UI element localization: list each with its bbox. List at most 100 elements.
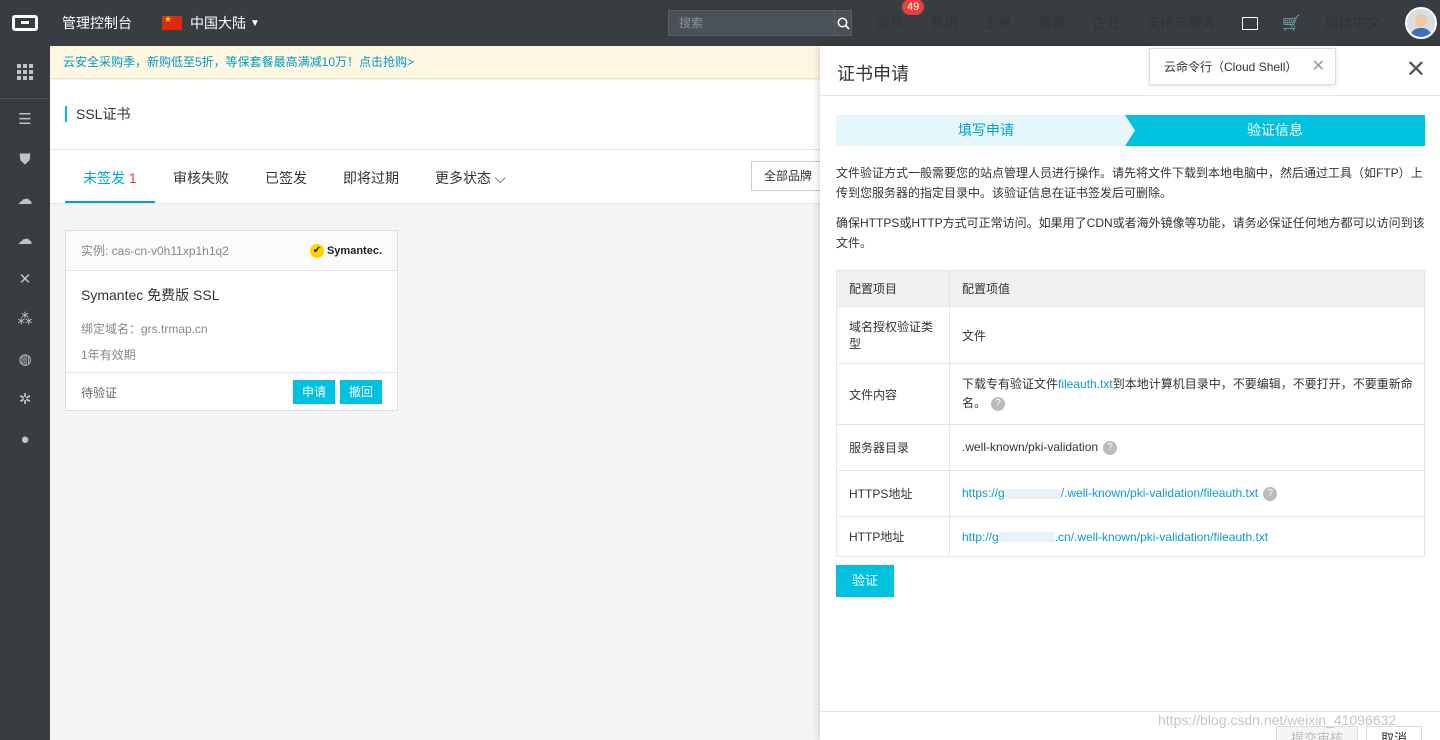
cancel-button[interactable]: 取消 [1366, 726, 1423, 740]
certificate-status: 待验证 [81, 385, 118, 400]
active-tab-indicator [65, 201, 155, 203]
tab-issued[interactable]: 已签发 [265, 168, 307, 188]
region-label: 中国大陆 [190, 15, 246, 31]
nav-enterprise[interactable]: 企业 [1092, 13, 1120, 33]
config-table: 配置项目 配置项值 域名授权验证类型 文件 文件内容 下载专有验证文件filea… [836, 270, 1425, 557]
caret-down-icon: ▼ [250, 17, 260, 29]
step-fill-application: 填写申请 [836, 115, 1136, 146]
messages-label: 消息 [876, 15, 904, 31]
cloud-icon[interactable]: ☁ [0, 179, 50, 219]
nav-icp[interactable]: 备案 [1038, 13, 1066, 33]
close-icon[interactable]: ✕ [1406, 58, 1426, 82]
row-value-http: http://g .cn/.well-known/pki-validation/f… [949, 516, 1425, 557]
nav-support[interactable]: 支持与服务 [1146, 13, 1216, 33]
step-verify-info: 验证信息 [1125, 115, 1425, 146]
symantec-logo: ✔ Symantec. [309, 243, 382, 258]
step-indicator: 填写申请 验证信息 [836, 115, 1425, 146]
tab-unissued-label: 未签发 [83, 170, 125, 186]
revoke-button[interactable]: 撤回 [339, 380, 382, 404]
tooltip-text: 云命令行（Cloud Shell） [1164, 60, 1298, 74]
search-button[interactable] [834, 11, 851, 35]
table-row: 文件内容 下载专有验证文件fileauth.txt到本地计算机目录中，不要编辑，… [836, 363, 1425, 425]
tab-more-status[interactable]: 更多状态 ⌵ [435, 168, 506, 188]
help-icon[interactable]: ? [1103, 440, 1118, 455]
https-url-link[interactable]: https://g /.well-known/pki-validation/fil… [962, 486, 1258, 500]
user-avatar[interactable] [1404, 7, 1437, 39]
help-icon[interactable]: ? [991, 396, 1006, 411]
nav-tickets[interactable]: 工单 [984, 13, 1012, 33]
tab-more-label: 更多状态 [435, 170, 491, 186]
top-nav-links: 消息 49 费用 工单 备案 企业 支持与服务 >_ 🛒 简体中文 [876, 0, 1437, 46]
left-sidebar: ☰ ⛊ ☁ ☁ ✕ ⁂ ◍ ✲ ● [0, 46, 50, 740]
row-value-file-content: 下载专有验证文件fileauth.txt到本地计算机目录中，不要编辑，不要打开，… [949, 363, 1425, 425]
cloud-upload-icon[interactable]: ☁ [0, 219, 50, 259]
tab-expiring[interactable]: 即将过期 [343, 168, 399, 188]
chevron-down-icon: ⌵ [494, 170, 506, 186]
settings-icon[interactable]: ✲ [0, 379, 50, 419]
redacted-domain [1004, 488, 1061, 499]
brand-name: Symantec. [326, 244, 382, 257]
logo-icon [12, 15, 38, 31]
page-header: SSL证书 [50, 80, 830, 150]
row-label-file-content: 文件内容 [836, 363, 950, 425]
language-switch[interactable]: 简体中文 [1325, 13, 1381, 33]
submit-review-button[interactable]: 提交审核 [1276, 726, 1359, 740]
help-icon[interactable]: ? [1263, 486, 1278, 501]
file-content-prefix: 下载专有验证文件 [962, 377, 1059, 391]
table-row: HTTPS地址 https://g /.well-known/pki-valida… [836, 470, 1425, 517]
server-dir-value: .well-known/pki-validation [962, 440, 1099, 455]
network-icon[interactable]: ✕ [0, 259, 50, 299]
row-label-verify-type: 域名授权验证类型 [836, 306, 950, 364]
certificate-apply-drawer: 证书申请 ✕ 填写申请 验证信息 文件验证方式一般需要您的站点管理人员进行操作。… [820, 46, 1440, 740]
bound-domain: 绑定域名：grs.trmap.cn [81, 322, 208, 336]
row-value-verify-type: 文件 [949, 306, 1425, 364]
row-label-http: HTTP地址 [836, 516, 950, 557]
search-input[interactable] [669, 11, 834, 35]
cluster-icon[interactable]: ⁂ [0, 299, 50, 339]
certificate-card: 实例: cas-cn-v0h11xp1h1q2 ✔ Symantec. Syman… [65, 230, 398, 411]
card-footer: 待验证 申请 撤回 [66, 372, 397, 411]
verify-button[interactable]: 验证 [836, 565, 894, 597]
brand-filter-dropdown[interactable]: 全部品牌 [751, 161, 831, 191]
server-icon[interactable]: ☰ [0, 99, 50, 139]
aliyun-logo[interactable] [0, 0, 50, 46]
table-row: 域名授权验证类型 文件 [836, 306, 1425, 364]
https-url-suffix: /.well-known/pki-validation/fileauth.txt [1060, 486, 1259, 501]
console-link[interactable]: 管理控制台 [62, 13, 132, 33]
redacted-domain [998, 532, 1055, 543]
row-label-server-dir: 服务器目录 [836, 424, 950, 471]
nav-messages[interactable]: 消息 49 [876, 0, 925, 33]
search-box [668, 10, 852, 36]
file-verify-description: 文件验证方式一般需要您的站点管理人员进行操作。请先将文件下载到本地电脑中，然后通… [836, 166, 1423, 200]
http-url-link[interactable]: http://g .cn/.well-known/pki-validation/f… [962, 530, 1268, 544]
http-url-prefix: http://g [962, 529, 999, 544]
close-icon[interactable]: ✕ [1312, 49, 1325, 85]
circle-icon[interactable]: ● [0, 419, 50, 459]
promo-banner[interactable]: 云安全采购季，新购低至5折，等保套餐最高满减10万！点击抢购> [50, 46, 830, 79]
column-header-value: 配置项值 [949, 270, 1425, 307]
certificate-name: Symantec 免费版 SSL [81, 287, 220, 303]
unissued-count: 1 [128, 170, 137, 186]
globe-icon[interactable]: ◍ [0, 339, 50, 379]
tab-unissued[interactable]: 未签发 1 [83, 168, 137, 188]
drawer-header: 证书申请 ✕ [820, 46, 1440, 96]
column-header-item: 配置项目 [836, 270, 950, 307]
products-grid-icon[interactable] [0, 46, 50, 98]
cart-icon[interactable]: 🛒 [1282, 14, 1301, 32]
tab-failed[interactable]: 审核失败 [173, 168, 229, 188]
fileauth-download-link[interactable]: fileauth.txt [1058, 377, 1113, 391]
watermark: https://blog.csdn.net/weixin_41096632 [1158, 712, 1397, 728]
messages-count-badge: 49 [902, 0, 925, 15]
row-value-server-dir: .well-known/pki-validation? [949, 424, 1425, 471]
card-header: 实例: cas-cn-v0h11xp1h1q2 ✔ Symantec. [66, 231, 397, 271]
nav-billing[interactable]: 费用 [930, 13, 958, 33]
region-selector[interactable]: 中国大陆 ▼ [162, 13, 260, 33]
table-row: 服务器目录 .well-known/pki-validation? [836, 424, 1425, 471]
shield-icon[interactable]: ⛊ [0, 139, 50, 179]
china-flag-icon [162, 14, 182, 30]
page-title: SSL证书 [65, 106, 130, 122]
validity-period: 1年有效期 [81, 348, 136, 362]
apply-button[interactable]: 申请 [292, 380, 335, 404]
cloud-shell-icon[interactable]: >_ [1242, 16, 1258, 30]
table-row: HTTP地址 http://g .cn/.well-known/pki-valid… [836, 516, 1425, 557]
